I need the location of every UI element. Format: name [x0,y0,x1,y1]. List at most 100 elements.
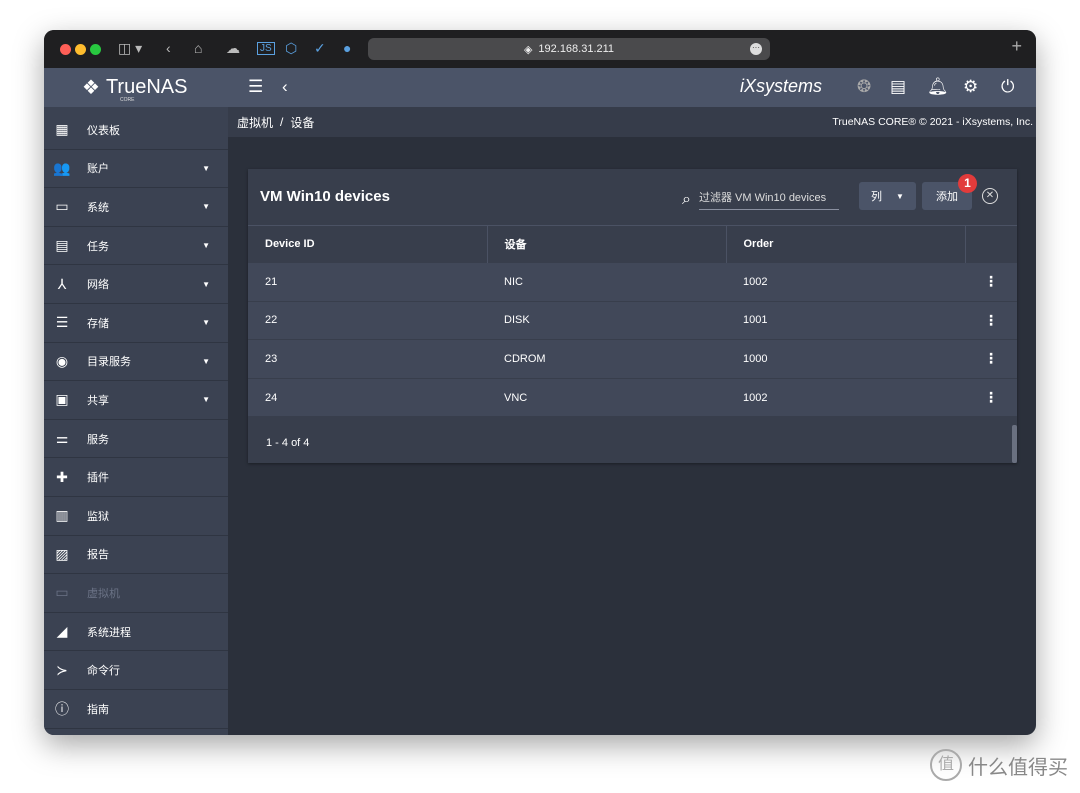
sidebar-icon: ◉ [55,352,69,369]
sidebar-item[interactable]: ▭ 虚拟机 [44,574,228,613]
sidebar-item[interactable]: ✚ 插件 [44,458,228,497]
ixsystems-logo[interactable]: iXsystems [740,76,822,97]
row-actions-icon[interactable]: ⋮ [965,262,1017,302]
gear-icon[interactable]: ⚙ [963,77,978,97]
sidebar-item-label: 账户 [87,163,109,176]
sidebar-item[interactable]: ▦ 仪表板 [44,111,228,150]
new-tab-button[interactable]: + [1011,36,1022,57]
table-row[interactable]: 24 VNC 1002 ⋮ [248,378,1017,418]
row-actions-icon[interactable]: ⋮ [965,339,1017,379]
copyright: TrueNAS CORE® © 2021 - iXsystems, Inc. [832,116,1033,128]
table-cell: VNC [487,378,726,418]
sidebar-item-label: 网络 [87,279,109,292]
sidebar-icon: ▭ [55,584,69,601]
js-extension-icon[interactable]: JS [257,42,275,55]
sidebar-toggle-icon[interactable]: ◫ ▾ [118,40,142,57]
row-actions-icon[interactable]: ⋮ [965,301,1017,341]
row-actions-icon[interactable]: ⋮ [965,378,1017,418]
caret-down-icon: ▼ [896,191,904,201]
search-icon: ⌕ [682,190,691,208]
sidebar-icon: ▤ [55,237,69,254]
header-device-id[interactable]: Device ID [248,225,488,263]
browser-titlebar: ◫ ▾ ‹ ⌂ ☁ JS ⬡ ✓ ● ◈ 192.168.31.211 ··· … [44,30,1036,68]
menu-icon[interactable]: ☰ [248,77,263,97]
sidebar-icon: ☰ [55,314,69,331]
notification-badge: 1 [958,174,977,193]
browser-window: ◫ ▾ ‹ ⌂ ☁ JS ⬡ ✓ ● ◈ 192.168.31.211 ··· … [44,30,1036,735]
sidebar-item-label: 共享 [87,394,109,407]
table-cell: 23 [248,339,487,379]
scrollbar[interactable] [1012,425,1017,463]
table-cell: CDROM [487,339,726,379]
table-row[interactable]: 22 DISK 1001 ⋮ [248,301,1017,341]
cube-extension-icon[interactable]: ⬡ [285,40,297,57]
sidebar-item[interactable]: ≻ 命令行 [44,651,228,690]
filter-input[interactable]: 过滤器 VM Win10 devices [698,189,839,210]
sidebar-item-label: 系统进程 [87,626,131,639]
breadcrumb-parent[interactable]: 虚拟机 [237,114,273,131]
sidebar-item-label: 命令行 [87,665,120,678]
bell-icon[interactable]: 🔔︎ [927,77,949,97]
caret-down-icon: ▼ [202,279,210,289]
sidebar-item-label: 报告 [87,549,109,562]
minimize-window-button[interactable] [75,44,86,55]
sidebar-item[interactable]: ⅄ 网络 ▼ [44,265,228,304]
header-order[interactable]: Order [726,225,966,263]
caret-down-icon: ▼ [202,356,210,366]
sidebar: ▦ 仪表板 👥 账户 ▼ ▭ 系统 ▼ ▤ 任务 ▼ ⅄ 网络 ▼ ☰ 存储 ▼ ◉ 目录服务 ▼ ▣ 共享 ▼ ⚌ 服务 ✚ 插件… [44,107,228,735]
sidebar-item-label: 目录服务 [87,356,131,369]
sidebar-item[interactable]: ☰ 存储 ▼ [44,304,228,343]
table-cell: DISK [487,301,726,341]
sidebar-item[interactable]: ▨ 报告 [44,536,228,575]
table-row[interactable]: 21 NIC 1002 ⋮ [248,262,1017,302]
filter: ⌕ 过滤器 VM Win10 devices [682,189,839,210]
close-circle-icon[interactable]: ✕ [982,188,998,204]
devices-table: Device ID 设备 Order 21 NIC 1002 ⋮ 22 DISK 1001 ⋮… [248,225,1017,418]
breadcrumb-current: 设备 [290,115,315,130]
caret-down-icon: ▼ [202,395,210,405]
sidebar-icon: ⅄ [57,275,67,292]
password-extension-icon[interactable]: ● [343,40,351,56]
sidebar-item-label: 存储 [87,317,109,330]
table-cell: 24 [248,378,487,418]
caret-down-icon: ▼ [202,241,210,251]
table-cell: NIC [487,262,726,302]
sidebar-item[interactable]: ◢ 系统进程 [44,613,228,652]
header-device[interactable]: 设备 [487,225,727,263]
site-icon: ◈ [523,43,533,56]
sidebar-item[interactable]: ⚌ 服务 [44,420,228,459]
card-title: VM Win10 devices [260,188,390,205]
sidebar-item-label: 任务 [87,240,109,253]
maximize-window-button[interactable] [90,44,101,55]
sidebar-icon: 👥 [53,159,71,176]
sidebar-item[interactable]: ▤ 任务 ▼ [44,227,228,266]
close-window-button[interactable] [60,44,71,55]
sidebar-item[interactable]: 👥 账户 ▼ [44,150,228,189]
sidebar-item-label: 指南 [87,703,109,716]
collapse-icon[interactable]: ‹ [282,77,288,97]
truenas-logo[interactable]: ❖ TrueNAS CORE [82,75,187,103]
sidebar-item[interactable]: ▥ 监狱 [44,497,228,536]
sidebar-item-label: 插件 [87,472,109,485]
check-extension-icon[interactable]: ✓ [314,40,326,57]
back-icon[interactable]: ‹ [166,40,171,56]
breadcrumb: 虚拟机 / 设备 TrueNAS CORE® © 2021 - iXsystem… [228,107,1036,137]
power-icon[interactable]: ⏻ [1001,77,1014,97]
truecommand-icon[interactable]: ❂ [857,77,871,97]
table-cell: 1002 [726,262,965,302]
devices-card: VM Win10 devices ⌕ 过滤器 VM Win10 devices … [248,169,1017,463]
sidebar-item[interactable]: ◉ 目录服务 ▼ [44,343,228,382]
columns-button[interactable]: 列 ▼ [859,182,916,210]
clipboard-icon[interactable]: ▤ [890,77,906,97]
sidebar-item[interactable]: ⓘ 指南 [44,690,228,729]
caret-down-icon: ▼ [202,202,210,212]
home-icon[interactable]: ⌂ [194,40,202,56]
cloud-icon[interactable]: ☁ [226,40,240,57]
sidebar-item[interactable]: ▭ 系统 ▼ [44,188,228,227]
url-text: 192.168.31.211 [538,43,615,55]
sidebar-item[interactable]: ▣ 共享 ▼ [44,381,228,420]
table-row[interactable]: 23 CDROM 1000 ⋮ [248,339,1017,379]
address-bar[interactable]: ◈ 192.168.31.211 ··· [368,38,770,60]
sidebar-icon: ▨ [55,545,69,562]
more-icon[interactable]: ··· [750,43,762,55]
